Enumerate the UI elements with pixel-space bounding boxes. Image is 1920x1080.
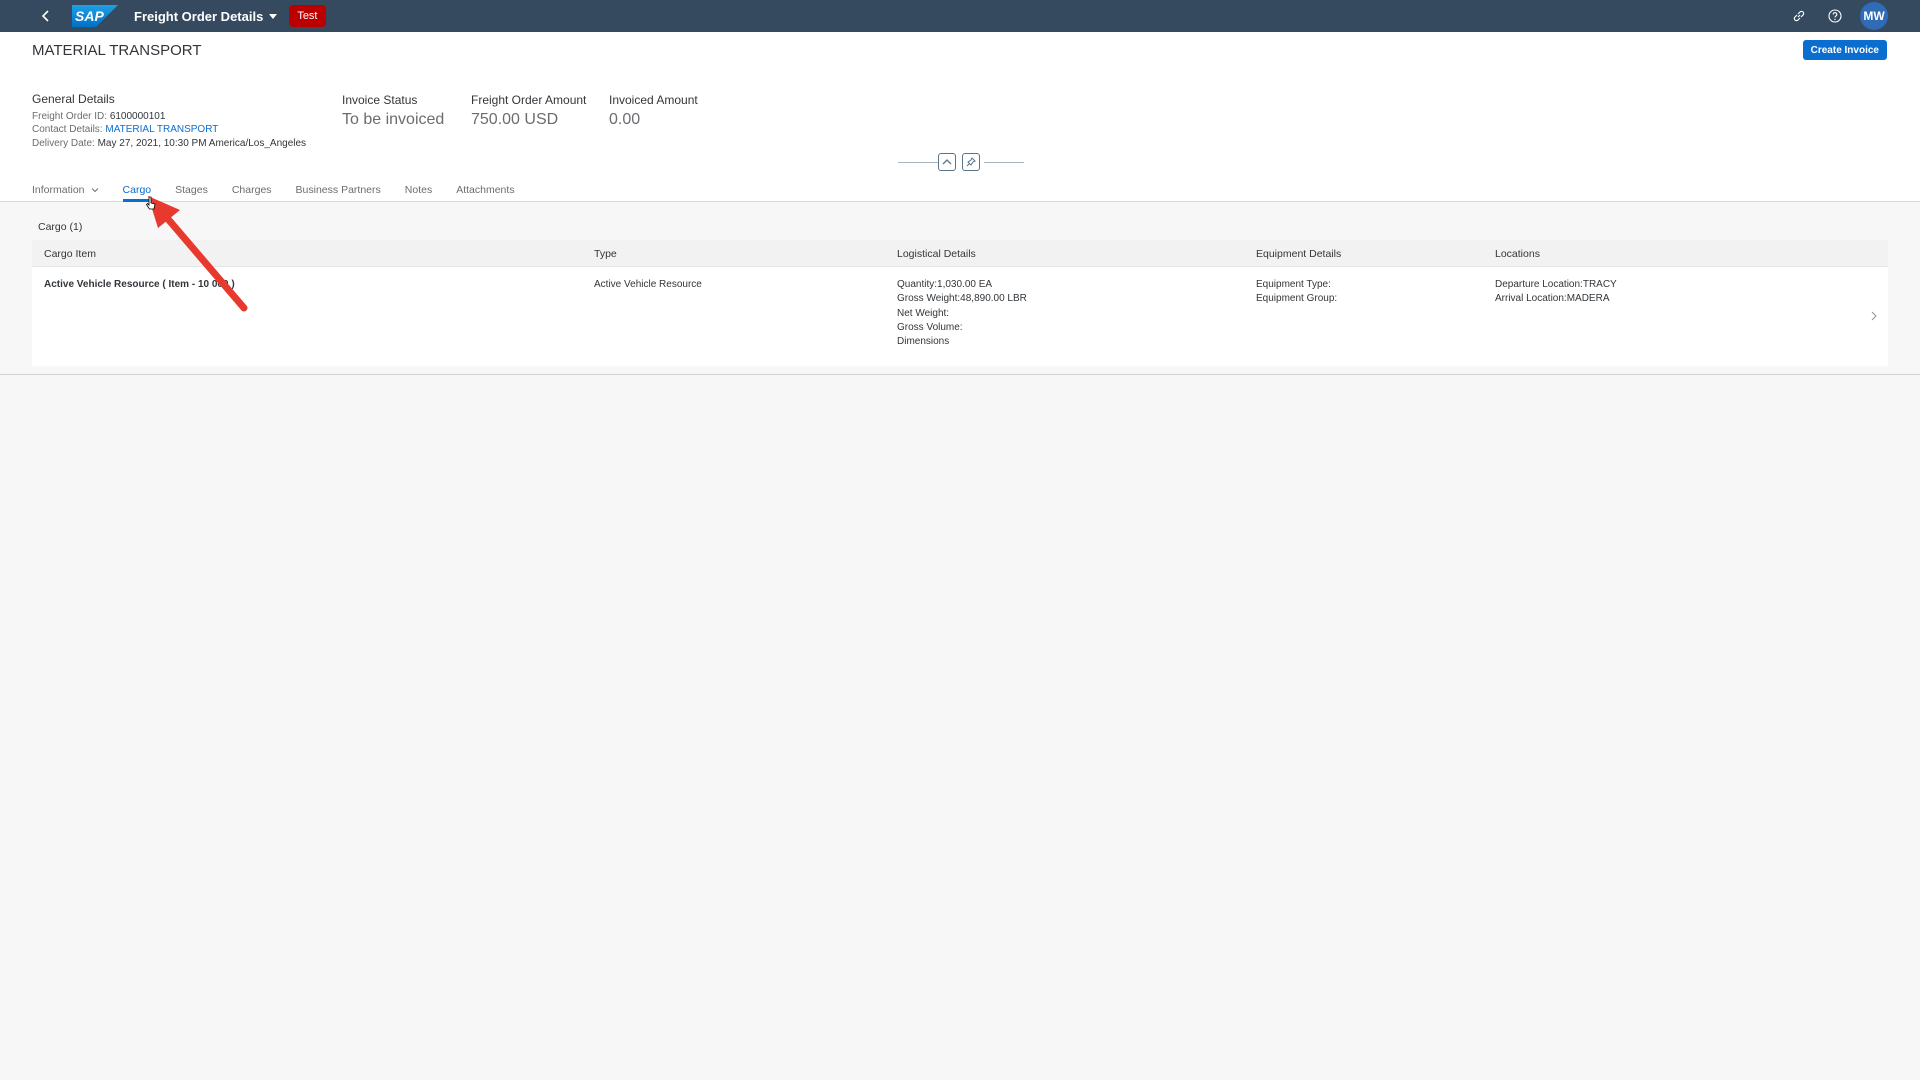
collapse-header-button[interactable] xyxy=(938,153,956,171)
gross-volume-line: Gross Volume: xyxy=(897,321,963,333)
net-weight-line: Net Weight: xyxy=(897,307,950,319)
tab-attachments[interactable]: Attachments xyxy=(456,184,514,202)
kpi-label: Invoiced Amount xyxy=(609,93,698,107)
column-header-type[interactable]: Type xyxy=(594,248,617,260)
delivery-date-label: Delivery Date: xyxy=(32,137,95,149)
empty-content-area xyxy=(0,376,1920,1080)
tab-information[interactable]: Information xyxy=(32,184,99,202)
tab-label: Stages xyxy=(175,184,208,196)
tab-notes[interactable]: Notes xyxy=(405,184,432,202)
tab-bar: Information Cargo Stages Charges Busines… xyxy=(32,180,539,202)
environment-badge: Test xyxy=(289,5,326,27)
kpi-freight-order-amount: Freight Order Amount 750.00 USD xyxy=(471,93,586,129)
divider xyxy=(984,162,1024,163)
sap-logo[interactable]: SAP xyxy=(72,5,118,27)
kpi-value: To be invoiced xyxy=(342,111,445,128)
cargo-item-cell: Active Vehicle Resource ( Item - 10 000 … xyxy=(44,279,235,290)
pin-header-button[interactable] xyxy=(962,153,980,171)
link-icon xyxy=(1793,10,1805,22)
column-header-cargo-item[interactable]: Cargo Item xyxy=(44,248,96,260)
type-cell: Active Vehicle Resource xyxy=(594,279,702,290)
contact-details-row: Contact Details: MATERIAL TRANSPORT xyxy=(32,123,306,137)
cargo-section-title: Cargo (1) xyxy=(38,221,83,233)
delivery-date-row: Delivery Date: May 27, 2021, 10:30 PM Am… xyxy=(32,137,306,151)
locations-cell: Departure Location:TRACY Arrival Locatio… xyxy=(1495,278,1617,307)
kpi-label: Invoice Status xyxy=(342,93,418,107)
object-page-header: MATERIAL TRANSPORT Create Invoice Genera… xyxy=(0,32,1920,202)
cargo-table: Cargo Item Type Logistical Details Equip… xyxy=(32,240,1888,366)
divider xyxy=(898,162,938,163)
delivery-date-value: May 27, 2021, 10:30 PM America/Los_Angel… xyxy=(97,137,307,149)
cargo-section: Cargo (1) Cargo Item Type Logistical Det… xyxy=(0,203,1920,375)
column-header-locations[interactable]: Locations xyxy=(1495,248,1540,260)
tab-label: Cargo xyxy=(122,184,152,196)
freight-order-id-label: Freight Order ID: xyxy=(32,110,108,122)
tab-label: Notes xyxy=(404,184,433,196)
pin-icon xyxy=(966,157,976,167)
tab-stages[interactable]: Stages xyxy=(175,184,208,202)
equipment-type-line: Equipment Type: xyxy=(1256,279,1331,290)
equipment-details-cell: Equipment Type: Equipment Group: xyxy=(1256,278,1337,307)
help-icon xyxy=(1828,9,1842,23)
tab-label: Business Partners xyxy=(295,184,381,196)
dimensions-line: Dimensions xyxy=(897,336,950,348)
logistical-details-cell: Quantity:1,030.00 EA Gross Weight:48,890… xyxy=(897,278,1027,349)
chevron-up-icon xyxy=(942,159,952,165)
arrival-location-line: Arrival Location:MADERA xyxy=(1495,293,1610,305)
header-collapse-bar xyxy=(898,153,1024,171)
page-title: MATERIAL TRANSPORT xyxy=(32,42,202,59)
kpi-value: 0.00 xyxy=(609,111,641,128)
freight-order-id-row: Freight Order ID: 6100000101 xyxy=(32,110,306,124)
table-header: Cargo Item Type Logistical Details Equip… xyxy=(32,240,1888,267)
tab-label: Information xyxy=(32,184,85,196)
back-icon xyxy=(41,10,49,22)
kpi-value: 750.00 USD xyxy=(471,111,559,128)
contact-details-link[interactable]: MATERIAL TRANSPORT xyxy=(105,124,218,135)
app-title-menu[interactable]: Freight Order Details xyxy=(134,8,278,24)
chevron-down-icon xyxy=(91,188,98,193)
mouse-cursor-icon xyxy=(145,196,156,210)
app-title: Freight Order Details xyxy=(134,8,264,24)
chevron-down-icon xyxy=(269,13,278,19)
chevron-right-icon[interactable] xyxy=(1870,311,1878,321)
tab-business-partners[interactable]: Business Partners xyxy=(296,184,381,202)
tab-label: Charges xyxy=(231,184,272,196)
departure-location-line: Departure Location:TRACY xyxy=(1495,279,1617,290)
column-header-logistical-details[interactable]: Logistical Details xyxy=(897,248,976,260)
freight-order-id-value: 6100000101 xyxy=(109,110,166,122)
link-button[interactable] xyxy=(1788,5,1810,27)
quantity-line: Quantity:1,030.00 EA xyxy=(897,279,993,290)
gross-weight-line: Gross Weight:48,890.00 LBR xyxy=(897,293,1027,305)
back-button[interactable] xyxy=(32,2,60,30)
kpi-invoiced-amount: Invoiced Amount 0.00 xyxy=(609,93,698,129)
svg-text:SAP: SAP xyxy=(75,8,104,24)
tab-charges[interactable]: Charges xyxy=(232,184,272,202)
help-button[interactable] xyxy=(1824,5,1846,27)
kpi-label: Freight Order Amount xyxy=(471,93,587,107)
general-details: General Details Freight Order ID: 610000… xyxy=(32,92,306,151)
equipment-group-line: Equipment Group: xyxy=(1256,293,1338,305)
table-row[interactable]: Active Vehicle Resource ( Item - 10 000 … xyxy=(32,267,1888,366)
user-avatar[interactable]: MW xyxy=(1860,2,1888,30)
general-details-title: General Details xyxy=(32,92,115,106)
kpi-invoice-status: Invoice Status To be invoiced xyxy=(342,93,444,129)
create-invoice-button[interactable]: Create Invoice xyxy=(1802,40,1887,60)
contact-details-label: Contact Details: xyxy=(32,124,103,135)
column-header-equipment-details[interactable]: Equipment Details xyxy=(1256,248,1341,260)
shell-bar: SAP Freight Order Details Test MW xyxy=(0,0,1920,32)
tab-label: Attachments xyxy=(456,184,515,196)
